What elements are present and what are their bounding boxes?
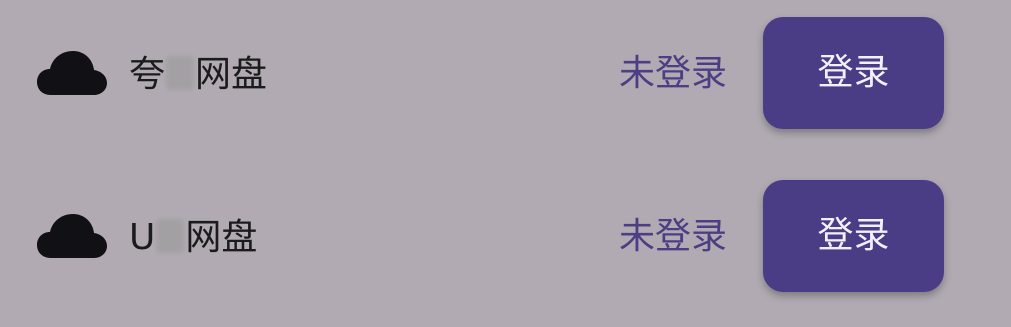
drive-name-suffix: 网盘 bbox=[195, 54, 268, 95]
cloud-icon bbox=[37, 51, 107, 95]
login-status: 未登录 bbox=[619, 216, 728, 257]
login-button[interactable]: 登录 bbox=[763, 180, 944, 292]
drive-name-suffix: 网盘 bbox=[185, 217, 258, 258]
cloud-drive-list: 夸网盘 未登录 登录 U 网盘 未登录 登录 bbox=[0, 0, 1011, 327]
drive-name: 夸网盘 bbox=[129, 53, 267, 97]
drive-name-prefix: U bbox=[129, 217, 156, 258]
redacted-text bbox=[156, 219, 185, 253]
cloud-icon bbox=[37, 214, 107, 258]
login-button[interactable]: 登录 bbox=[763, 17, 944, 129]
drive-name: U 网盘 bbox=[129, 216, 257, 260]
login-status: 未登录 bbox=[619, 53, 728, 94]
list-item: U 网盘 未登录 登录 bbox=[0, 180, 1011, 292]
redacted-text bbox=[166, 56, 195, 90]
list-item: 夸网盘 未登录 登录 bbox=[0, 17, 1011, 129]
drive-name-prefix: 夸 bbox=[129, 54, 166, 95]
